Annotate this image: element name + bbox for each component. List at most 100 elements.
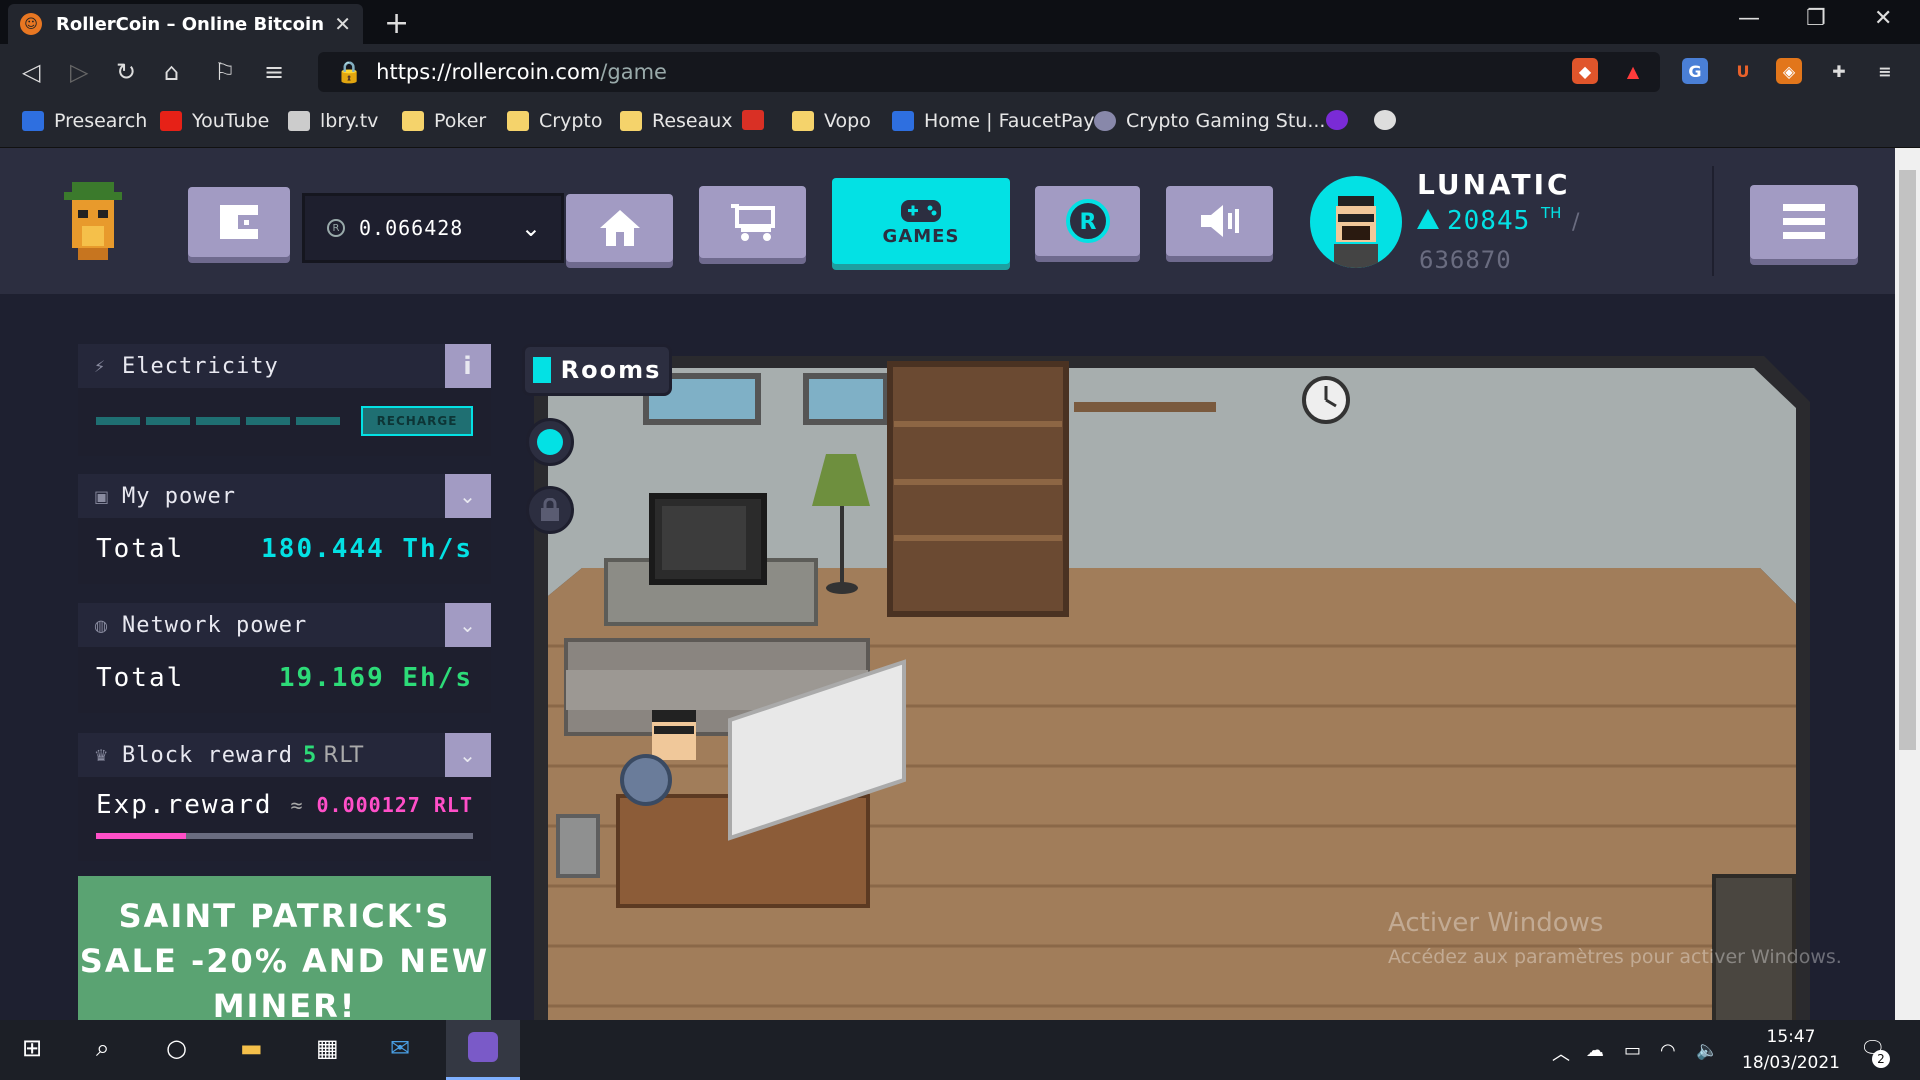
tray-chevron-icon[interactable]: ︿: [1552, 1040, 1570, 1066]
cortana-icon[interactable]: ○: [166, 1034, 187, 1062]
extensions-icon[interactable]: ✚: [1826, 58, 1852, 84]
info-button[interactable]: i: [445, 344, 491, 388]
rooms-button[interactable]: Rooms: [522, 344, 672, 396]
lock-icon: 🔒: [336, 59, 363, 84]
presearch-icon: [22, 111, 44, 131]
forward-icon[interactable]: ▷: [70, 58, 88, 86]
bookmark-faucetpay[interactable]: Home | FaucetPay: [892, 110, 1095, 132]
bookmark-crypto[interactable]: Crypto: [507, 110, 602, 132]
clock-time: 15:47: [1766, 1027, 1816, 1047]
browser-tab[interactable]: ☺ RollerCoin – Online Bitcoin Mining ✕: [8, 4, 363, 44]
scrollbar-thumb[interactable]: [1899, 170, 1916, 750]
user-power: 20845: [1417, 206, 1530, 236]
bookmark-reseaux[interactable]: Reseaux: [620, 110, 733, 132]
close-tab-icon[interactable]: ✕: [334, 12, 351, 36]
search-icon[interactable]: ⌕: [96, 1034, 109, 1062]
metamask-icon[interactable]: ◈: [1776, 58, 1802, 84]
minimize-icon[interactable]: —: [1738, 6, 1760, 31]
reload-icon[interactable]: ↻: [116, 58, 136, 86]
network-power-row: Total 19.169 Eh/s: [78, 647, 491, 709]
exp-reward-row: Exp.reward ≈ 0.000127 RLT: [78, 777, 491, 833]
svg-text:R: R: [1079, 210, 1096, 235]
youtube-icon: [160, 111, 182, 131]
promo-banner[interactable]: SAINT PATRICK'S SALE -20% AND NEW MINER!: [78, 876, 491, 1028]
bookmark-vopo[interactable]: Vopo: [792, 110, 871, 132]
taskbar-brave-app[interactable]: [446, 1020, 520, 1080]
home-icon[interactable]: ⌂: [164, 58, 179, 86]
page-scrollbar[interactable]: [1895, 148, 1920, 1028]
clock-date: 18/03/2021: [1742, 1053, 1840, 1073]
new-tab-icon[interactable]: +: [384, 6, 409, 41]
restore-icon[interactable]: ❐: [1806, 6, 1826, 31]
bookmark-icon[interactable]: ⚐: [214, 58, 236, 86]
wifi-icon[interactable]: ◠: [1660, 1040, 1676, 1061]
globe-network-icon: ◍: [94, 615, 109, 635]
rollercoin-mascot-icon[interactable]: [58, 182, 128, 262]
mail-icon[interactable]: ✉: [390, 1034, 410, 1062]
translate-icon[interactable]: G: [1682, 58, 1708, 84]
onedrive-icon[interactable]: ☁: [1586, 1040, 1604, 1061]
taskbar-clock[interactable]: 15:47 18/03/2021: [1736, 1024, 1846, 1076]
mining-room-scene[interactable]: [534, 346, 1810, 1028]
network-power-header: ◍ Network power ⌄: [78, 603, 491, 647]
windows-start-icon[interactable]: ⊞: [22, 1034, 42, 1062]
my-power-header: ▣ My power ⌄: [78, 474, 491, 518]
marketplace-button[interactable]: [699, 186, 806, 258]
brave-rewards-icon[interactable]: ▲: [1620, 58, 1646, 84]
url-host: rollercoin.com: [451, 60, 601, 84]
brave-shield-icon[interactable]: ◆: [1572, 58, 1598, 84]
lightning-icon: ⚡: [94, 356, 107, 376]
browser-menu-icon[interactable]: ≡: [1872, 58, 1898, 84]
globe-icon: [1374, 110, 1396, 130]
rlt-token-button[interactable]: R: [1035, 186, 1140, 256]
rlt-coin-icon: R: [327, 219, 345, 237]
store-icon[interactable]: ▦: [316, 1034, 339, 1062]
home-button[interactable]: [566, 194, 673, 262]
bookmark-lbry[interactable]: lbry.tv: [288, 110, 378, 132]
bookmark-globe[interactable]: [1374, 110, 1406, 130]
block-reward-currency: RLT: [323, 742, 365, 768]
notifications-button[interactable]: 🗨 2: [1860, 1036, 1890, 1068]
ublock-icon[interactable]: U: [1730, 58, 1756, 84]
games-button[interactable]: GAMES: [832, 178, 1010, 264]
my-power-row: Total 180.444 Th/s: [78, 518, 491, 580]
battery-icon[interactable]: ▭: [1624, 1040, 1641, 1061]
network-power-dropdown[interactable]: ⌄: [445, 603, 491, 647]
block-reward-dropdown[interactable]: ⌄: [445, 733, 491, 777]
back-icon[interactable]: ◁: [22, 58, 40, 86]
main-menu-button[interactable]: [1750, 185, 1858, 259]
crypto-gaming-icon: [1094, 111, 1116, 131]
block-reward-amount: 5: [302, 742, 318, 768]
sound-button[interactable]: [1166, 186, 1273, 256]
header-divider: [1712, 166, 1714, 276]
rlt-token-icon: R: [1065, 199, 1110, 243]
bookmark-crypto-gaming[interactable]: Crypto Gaming Stu...: [1094, 110, 1325, 132]
chevron-down-icon: ⌄: [520, 214, 541, 242]
balance-selector[interactable]: R 0.066428 ⌄: [302, 193, 564, 263]
bookmark-presearch[interactable]: Presearch: [22, 110, 147, 132]
folder-icon: [792, 111, 814, 131]
bookmark-youtube[interactable]: YouTube: [160, 110, 269, 132]
bookmark-gmail[interactable]: [742, 110, 774, 130]
circle-logo-icon: [1326, 110, 1348, 130]
user-avatar[interactable]: [1310, 176, 1402, 268]
reward-progress-fill: [96, 833, 187, 839]
volume-icon[interactable]: 🔈: [1696, 1040, 1718, 1061]
bookmark-poker[interactable]: Poker: [402, 110, 486, 132]
recharge-button[interactable]: RECHARGE: [361, 406, 473, 436]
address-bar[interactable]: 🔒 https://rollercoin.com/game: [318, 52, 1660, 92]
reader-icon[interactable]: ≡: [264, 58, 284, 86]
tab-title: RollerCoin – Online Bitcoin Mining: [56, 13, 326, 35]
my-power-dropdown[interactable]: ⌄: [445, 474, 491, 518]
reward-progress-bar: [96, 833, 473, 839]
wallet-button[interactable]: [188, 187, 290, 257]
file-explorer-icon[interactable]: ▬: [240, 1034, 263, 1062]
close-window-icon[interactable]: ✕: [1874, 6, 1892, 31]
room-2-locked[interactable]: [526, 486, 574, 534]
lbry-icon: [288, 111, 310, 131]
chevron-down-icon: ⌄: [459, 743, 477, 767]
room-1-selector[interactable]: [526, 418, 574, 466]
balance-value: 0.066428: [359, 216, 464, 240]
lock-icon: [541, 498, 559, 521]
bookmark-extra[interactable]: [1326, 110, 1358, 130]
